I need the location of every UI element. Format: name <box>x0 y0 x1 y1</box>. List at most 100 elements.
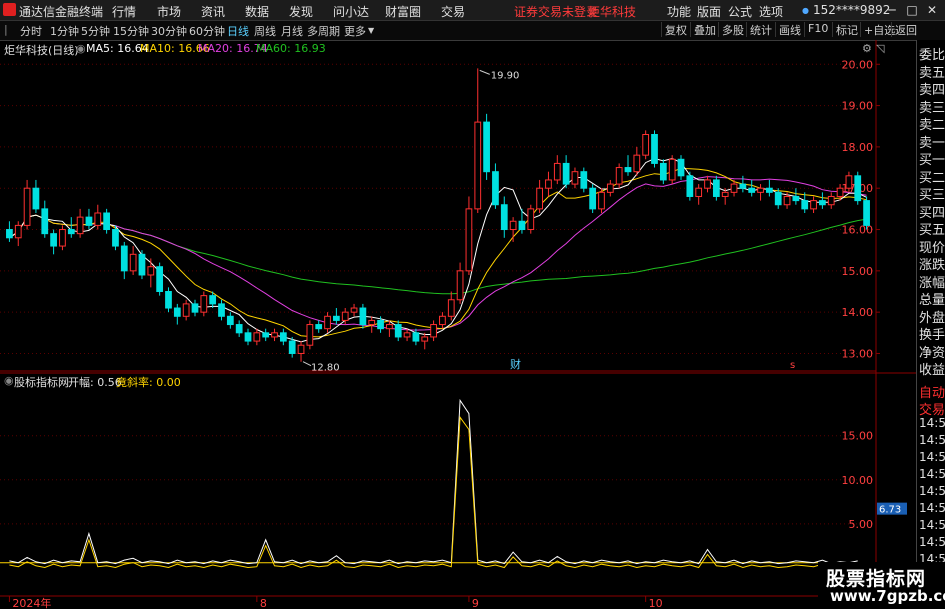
candle-body[interactable] <box>483 121 490 173</box>
candle-body[interactable] <box>642 134 650 156</box>
menu-shichang[interactable]: 市场 <box>157 3 181 20</box>
candle-body[interactable] <box>226 315 234 326</box>
btn-huaxian[interactable]: 画线 <box>775 22 801 37</box>
finance-report-marker[interactable]: 财 <box>510 357 521 371</box>
tab-15min[interactable]: 15分钟 <box>113 23 149 39</box>
menu-xuanxiang[interactable]: 选项 <box>759 3 783 20</box>
candle-body[interactable] <box>739 183 747 189</box>
candle-body[interactable] <box>536 187 543 210</box>
candle-body[interactable] <box>562 162 570 185</box>
candle-body[interactable] <box>315 324 323 330</box>
candle-body[interactable] <box>50 233 57 247</box>
btn-tongji[interactable]: 统计 <box>746 22 772 37</box>
btn-f10[interactable]: F10 <box>804 22 828 37</box>
candle-body[interactable] <box>156 266 164 292</box>
btn-biaoji[interactable]: 标记 <box>832 22 858 37</box>
candle-body[interactable] <box>350 307 358 313</box>
candle-body[interactable] <box>571 171 579 185</box>
menu-wenxiaoda[interactable]: 问小达 <box>333 3 369 20</box>
candle-body[interactable] <box>32 187 40 210</box>
legend-settings-icon[interactable]: ◉ <box>76 42 86 55</box>
candle-body[interactable] <box>845 175 853 189</box>
tab-1min[interactable]: 1分钟 <box>50 23 79 39</box>
account-id[interactable]: 152****9892 <box>813 3 890 17</box>
tab-30min[interactable]: 30分钟 <box>151 23 187 39</box>
candle-body[interactable] <box>721 191 729 197</box>
candle-body[interactable] <box>863 200 870 226</box>
candle-body[interactable] <box>801 200 809 210</box>
expand-icon[interactable]: ◹ <box>876 42 884 55</box>
btn-fuquan[interactable]: 复权 <box>661 22 687 37</box>
candle-body[interactable] <box>59 229 66 247</box>
candle-body[interactable] <box>748 187 756 193</box>
candle-body[interactable] <box>333 315 340 321</box>
candle-body[interactable] <box>633 154 641 173</box>
candle-body[interactable] <box>103 212 110 231</box>
candle-body[interactable] <box>518 220 526 231</box>
candle-body[interactable] <box>14 224 22 239</box>
candle-body[interactable] <box>668 158 676 181</box>
candle-body[interactable] <box>165 291 172 309</box>
candle-body[interactable] <box>854 175 862 202</box>
candle-body[interactable] <box>430 324 437 338</box>
candle-body[interactable] <box>341 311 349 321</box>
candle-body[interactable] <box>324 315 331 330</box>
candle-body[interactable] <box>659 162 667 181</box>
candle-body[interactable] <box>403 332 411 338</box>
tab-weekly[interactable]: 周线 <box>254 23 276 39</box>
candle-body[interactable] <box>23 187 31 226</box>
candle-body[interactable] <box>606 183 614 193</box>
menu-caifuquan[interactable]: 财富圈 <box>385 3 421 20</box>
candle-body[interactable] <box>6 229 13 239</box>
settings-icon[interactable]: ⚙ <box>862 42 872 55</box>
candle-body[interactable] <box>677 158 685 177</box>
btn-zixuan[interactable]: +自选 <box>860 22 895 37</box>
menu-faxian[interactable]: 发现 <box>289 3 313 20</box>
candle-body[interactable] <box>271 332 278 338</box>
candle-body[interactable] <box>598 191 605 210</box>
candle-body[interactable] <box>810 200 817 210</box>
candle-body[interactable] <box>456 270 464 301</box>
candle-body[interactable] <box>129 253 137 272</box>
candle-body[interactable] <box>94 212 102 226</box>
tab-multi-period[interactable]: 多周期 <box>307 23 340 39</box>
candle-body[interactable] <box>766 187 773 193</box>
candle-body[interactable] <box>200 295 208 313</box>
candle-body[interactable] <box>439 315 446 326</box>
menu-gongneng[interactable]: 功能 <box>667 3 691 20</box>
tab-daily[interactable]: 日线 <box>227 23 249 39</box>
candle-body[interactable] <box>262 332 270 338</box>
candle-body[interactable] <box>209 295 217 305</box>
broker-login-status[interactable]: 证券交易未登录 <box>514 3 598 20</box>
candle-body[interactable] <box>138 253 146 276</box>
candle-body[interactable] <box>112 229 119 247</box>
candle-body[interactable] <box>553 162 561 181</box>
candle-body[interactable] <box>386 324 393 330</box>
candle-body[interactable] <box>421 336 429 342</box>
candle-body[interactable] <box>827 195 835 206</box>
btn-duogu[interactable]: 多股 <box>718 22 744 37</box>
candle-body[interactable] <box>474 121 482 210</box>
candle-body[interactable] <box>545 179 552 189</box>
candle-body[interactable] <box>67 229 75 235</box>
candle-body[interactable] <box>120 245 128 272</box>
candle-body[interactable] <box>288 340 296 354</box>
candle-body[interactable] <box>695 187 703 197</box>
candle-body[interactable] <box>686 175 694 197</box>
candle-body[interactable] <box>624 167 632 173</box>
candle-body[interactable] <box>836 187 844 197</box>
candle-body[interactable] <box>774 191 782 206</box>
candle-body[interactable] <box>253 332 261 342</box>
user-icon[interactable]: ● <box>802 6 809 15</box>
candle-body[interactable] <box>712 179 720 197</box>
maximize-icon[interactable]: □ <box>902 1 922 19</box>
candle-body[interactable] <box>783 195 791 206</box>
candle-body[interactable] <box>757 187 764 193</box>
candle-body[interactable] <box>279 332 287 342</box>
candle-body[interactable] <box>297 344 305 354</box>
candle-body[interactable] <box>235 324 243 334</box>
candle-body[interactable] <box>589 187 597 210</box>
candle-body[interactable] <box>147 266 155 276</box>
close-icon[interactable]: ✕ <box>922 1 942 19</box>
minimize-icon[interactable]: ─ <box>882 1 902 19</box>
